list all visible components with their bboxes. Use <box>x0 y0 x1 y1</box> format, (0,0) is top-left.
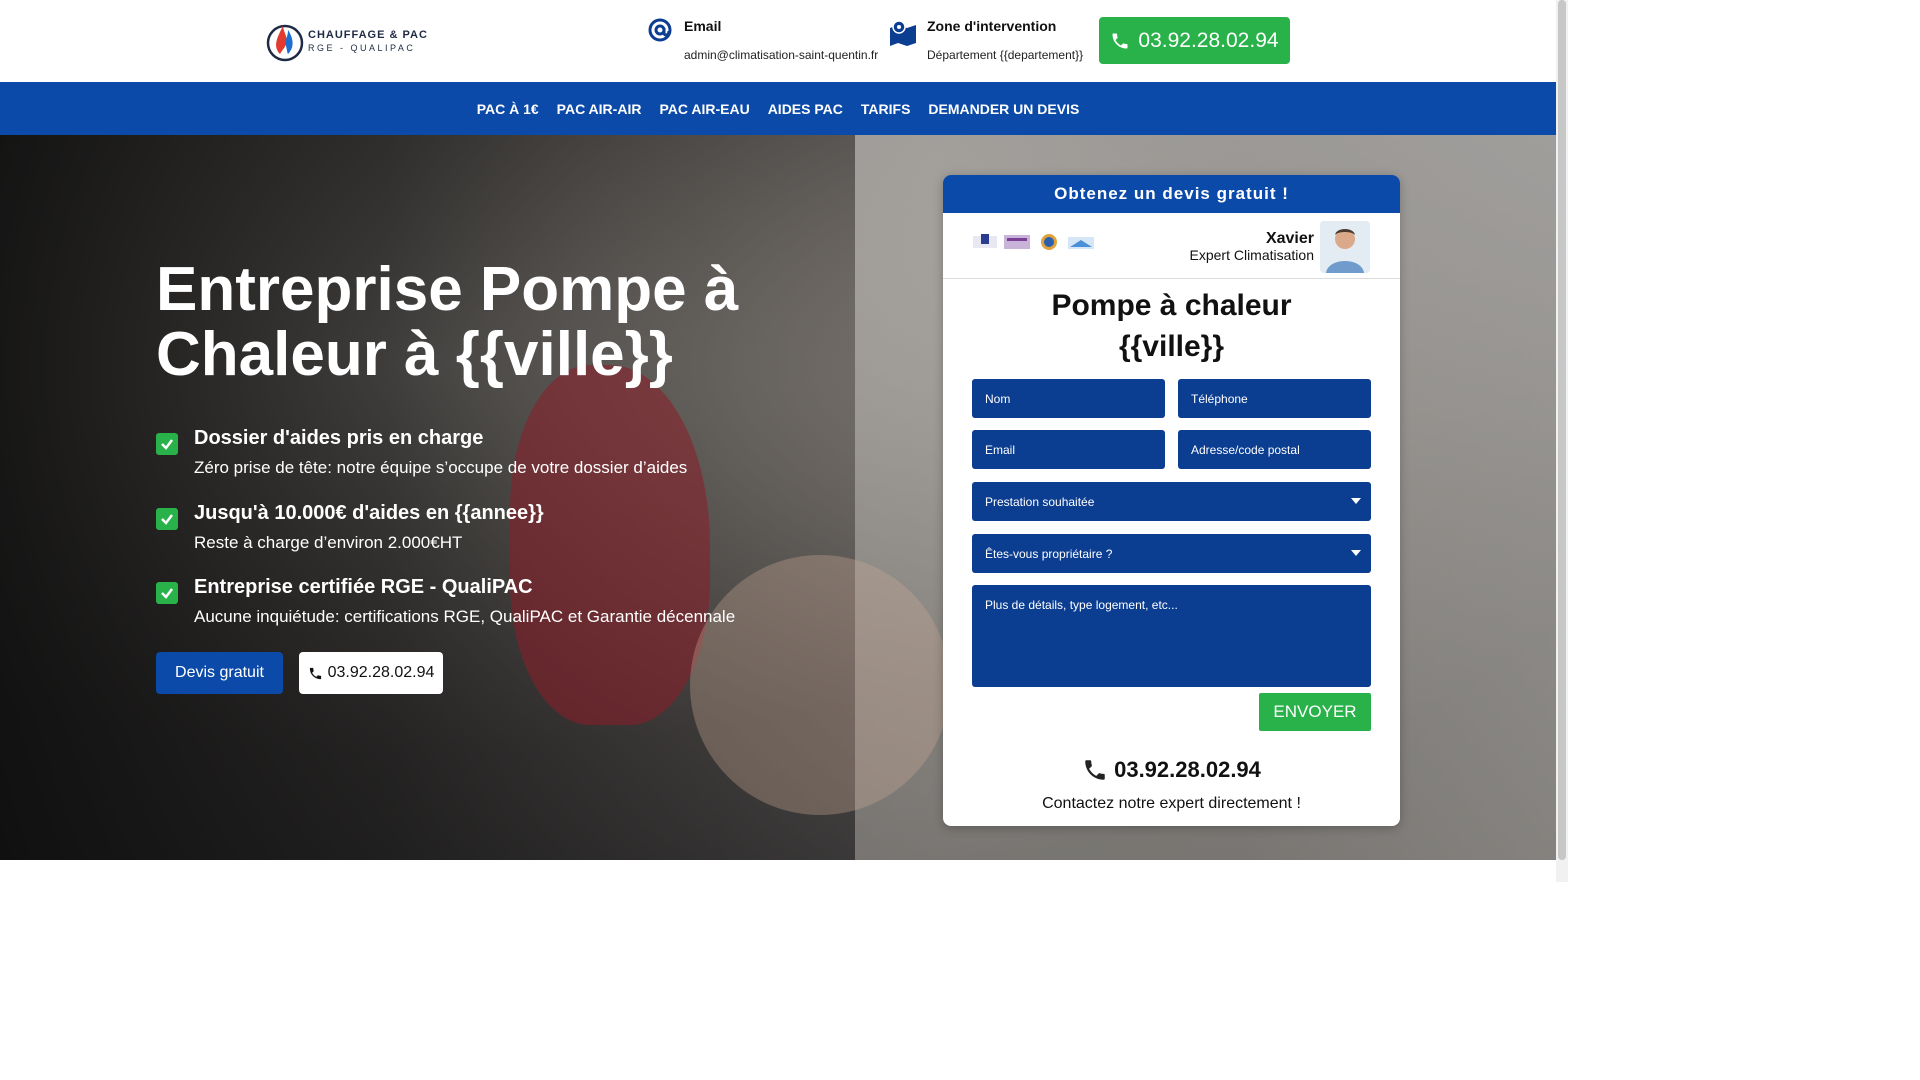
devis-gratuit-button[interactable]: Devis gratuit <box>156 652 283 694</box>
form-phone-number: 03.92.28.02.94 <box>1114 757 1261 782</box>
rge-badge-icon <box>1068 237 1094 249</box>
nav-item-aides-pac[interactable]: AIDES PAC <box>768 101 843 117</box>
logo[interactable]: CHAUFFAGE & PAC RGE - QUALIPAC <box>266 18 428 64</box>
nav-item-pac-1-euro[interactable]: PAC À 1€ <box>477 101 539 117</box>
main-nav: PAC À 1€ PAC AIR-AIR PAC AIR-EAU AIDES P… <box>0 82 1556 135</box>
hero-phone-number: 03.92.28.02.94 <box>327 664 435 681</box>
form-title: Pompe à chaleur {{ville}} <box>943 285 1400 367</box>
chevron-down-icon <box>1351 550 1361 556</box>
nom-input[interactable]: Nom <box>972 379 1165 418</box>
email-link[interactable]: admin@climatisation-saint-quentin.fr <box>684 48 878 62</box>
logo-subtitle: RGE - QUALIPAC <box>308 43 416 53</box>
feature-title: Jusqu'à 10.000€ d'aides en {{annee}} <box>194 502 544 524</box>
expert-banner: Xavier Expert Climatisation <box>943 213 1400 279</box>
form-title-line1: Pompe à chaleur <box>1051 289 1292 322</box>
top-header: CHAUFFAGE & PAC RGE - QUALIPAC Email adm… <box>0 0 1556 82</box>
feature-title: Dossier d'aides pris en charge <box>194 427 484 449</box>
feature-title: Entreprise certifiée RGE - QualiPAC <box>194 576 533 598</box>
check-icon <box>156 582 178 604</box>
expert-avatar <box>1320 221 1370 273</box>
person-icon <box>1320 221 1370 273</box>
prestation-select-label: Prestation souhaitée <box>985 494 1095 509</box>
at-icon <box>648 18 672 42</box>
certification-badge-icon <box>973 234 997 248</box>
nav-item-pac-air-air[interactable]: PAC AIR-AIR <box>557 101 642 117</box>
flame-logo-icon <box>266 24 304 62</box>
feature-description: Reste à charge d’environ 2.000€HT <box>194 533 463 552</box>
logo-title: CHAUFFAGE & PAC <box>308 29 428 41</box>
zone-info: Zone d'intervention Département {{depart… <box>889 18 1083 62</box>
nav-item-tarifs[interactable]: TARIFS <box>861 101 911 117</box>
phone-icon <box>1085 760 1105 780</box>
certification-badges <box>971 233 1099 251</box>
telephone-input[interactable]: Téléphone <box>1178 379 1371 418</box>
expert-role: Expert Climatisation <box>1189 247 1315 263</box>
proprietaire-select-label: Êtes-vous propriétaire ? <box>985 546 1113 561</box>
quote-form-card: Obtenez un devis gratuit ! Xavier Expert… <box>943 175 1400 826</box>
prestation-select[interactable]: Prestation souhaitée <box>972 482 1371 521</box>
nav-item-demander-devis[interactable]: DEMANDER UN DEVIS <box>928 101 1079 117</box>
check-icon <box>156 433 178 455</box>
form-header: Obtenez un devis gratuit ! <box>943 175 1400 213</box>
zone-value: Département {{departement}} <box>927 48 1084 62</box>
feature-item: Entreprise certifiée RGE - QualiPAC Aucu… <box>156 576 735 627</box>
hero-phone-button[interactable]: 03.92.28.02.94 <box>299 652 443 694</box>
expert-name: Xavier <box>1265 230 1314 247</box>
feature-item: Dossier d'aides pris en charge Zéro pris… <box>156 427 687 478</box>
form-title-line2: {{ville}} <box>1118 330 1225 363</box>
check-icon <box>156 508 178 530</box>
header-phone-number: 03.92.28.02.94 <box>1138 28 1279 52</box>
proprietaire-select[interactable]: Êtes-vous propriétaire ? <box>972 534 1371 573</box>
email-input[interactable]: Email <box>972 430 1165 469</box>
details-textarea[interactable]: Plus de détails, type logement, etc... <box>972 585 1371 687</box>
hero-title: Entreprise Pompe à Chaleur à {{ville}} <box>156 255 739 389</box>
phone-icon <box>309 667 321 679</box>
email-info: Email admin@climatisation-saint-quentin.… <box>646 18 878 62</box>
page-scrollbar-thumb[interactable] <box>1558 0 1566 860</box>
chevron-down-icon <box>1351 498 1361 504</box>
map-pin-icon <box>890 20 916 46</box>
feature-description: Aucune inquiétude: certifications RGE, Q… <box>194 607 736 626</box>
adresse-input[interactable]: Adresse/code postal <box>1178 430 1371 469</box>
email-title: Email <box>684 18 722 34</box>
feature-description: Zéro prise de tête: notre équipe s’occup… <box>194 458 688 477</box>
header-phone-button[interactable]: 03.92.28.02.94 <box>1099 17 1290 64</box>
form-contact-text: Contactez notre expert directement ! <box>1042 795 1301 812</box>
feature-item: Jusqu'à 10.000€ d'aides en {{annee}} Res… <box>156 502 544 553</box>
qualipac-badge-icon <box>1004 235 1030 249</box>
phone-icon <box>1112 33 1128 48</box>
envoyer-button[interactable]: ENVOYER <box>1259 693 1371 731</box>
garantie-badge-icon <box>1041 234 1057 250</box>
nav-item-pac-air-eau[interactable]: PAC AIR-EAU <box>659 101 749 117</box>
form-phone-link[interactable]: 03.92.28.02.94 <box>943 757 1400 783</box>
zone-title: Zone d'intervention <box>927 18 1057 34</box>
